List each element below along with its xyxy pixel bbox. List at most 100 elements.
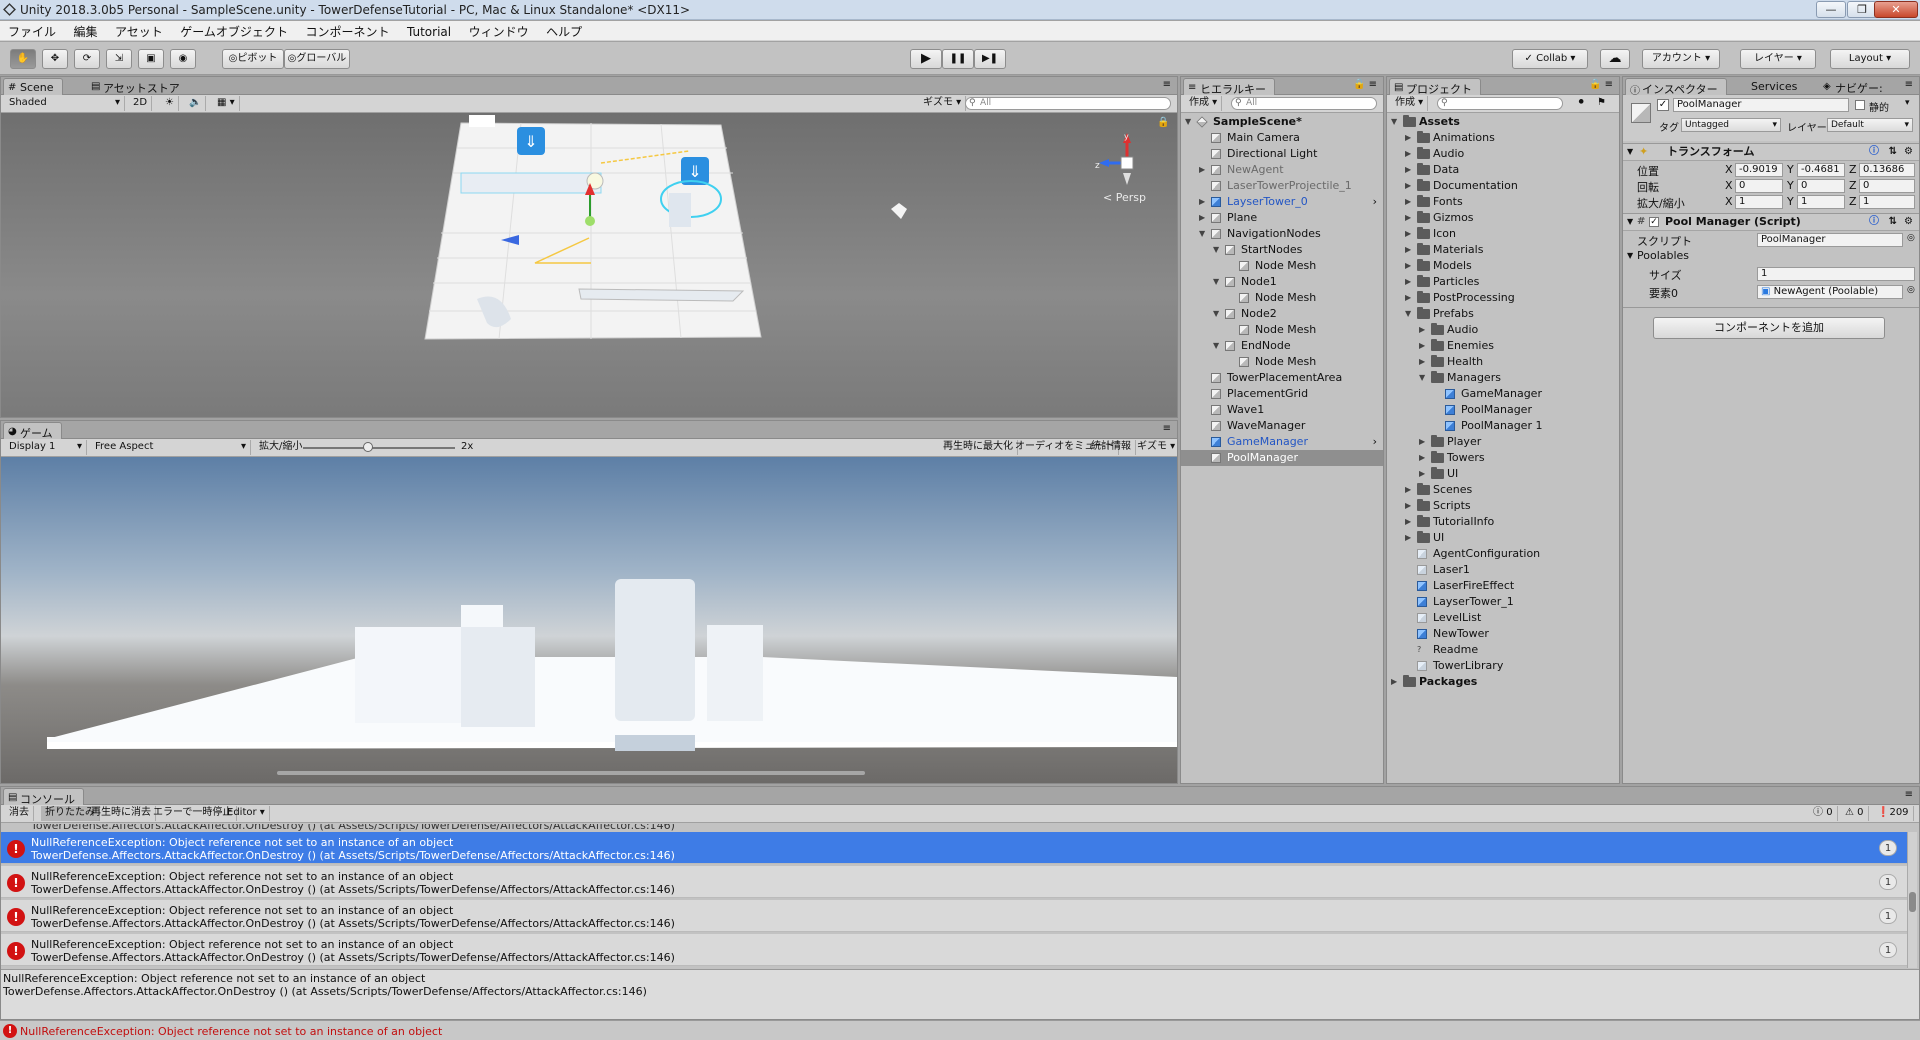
foldout-arrow-icon[interactable]: ▶ — [1419, 354, 1425, 370]
project-item-audio[interactable]: ▶ Audio — [1387, 146, 1619, 162]
audio-toggle[interactable]: 🔈 — [185, 96, 207, 111]
foldout-arrow-icon[interactable]: ▶ — [1405, 258, 1411, 274]
preset-icon[interactable]: ⇅ — [1889, 214, 1897, 230]
foldout-arrow-icon[interactable]: ▶ — [1419, 322, 1425, 338]
project-item-player[interactable]: ▶ Player — [1387, 434, 1619, 450]
tab-asset-store[interactable]: ▤ アセットストア — [87, 78, 188, 95]
filter-label-icon[interactable]: ⚑ — [1593, 96, 1610, 111]
scale-slider-track[interactable] — [303, 447, 455, 449]
scale-slider-thumb[interactable] — [363, 442, 373, 452]
collab-dropdown[interactable]: ✓ Collab ▾ — [1512, 49, 1588, 69]
project-item-enemies[interactable]: ▶ Enemies — [1387, 338, 1619, 354]
project-item-laserfireeffect[interactable]: LaserFireEffect — [1387, 578, 1619, 594]
project-item-health[interactable]: ▶ Health — [1387, 354, 1619, 370]
tab-hierarchy[interactable]: ≡ ヒエラルキー — [1183, 78, 1275, 96]
project-item-gizmos[interactable]: ▶ Gizmos — [1387, 210, 1619, 226]
orientation-gizmo[interactable]: zy — [1095, 132, 1155, 193]
hierarchy-item-node-mesh[interactable]: Node Mesh — [1181, 258, 1383, 274]
hierarchy-search-input[interactable]: All — [1231, 97, 1377, 110]
project-item-poolmanager-1[interactable]: PoolManager 1 — [1387, 418, 1619, 434]
foldout-arrow-icon[interactable]: ▶ — [1405, 514, 1411, 530]
project-item-newtower[interactable]: NewTower — [1387, 626, 1619, 642]
project-item-ui[interactable]: ▶ UI — [1387, 466, 1619, 482]
foldout-arrow-icon[interactable]: ▶ — [1405, 482, 1411, 498]
rotation-x-field[interactable]: 0 — [1735, 179, 1783, 193]
foldout-arrow-icon[interactable]: ▶ — [1419, 338, 1425, 354]
layout-dropdown[interactable]: Layout ▾ — [1830, 49, 1910, 69]
position-y-field[interactable]: -0.4681 — [1797, 163, 1845, 177]
aspect-dropdown[interactable]: Free Aspect ▾ — [91, 440, 251, 455]
scale-tool-button[interactable]: ⇲ — [106, 49, 132, 69]
console-clear-button[interactable]: 消去 — [5, 806, 34, 821]
poolables-label[interactable]: Poolables — [1637, 249, 1689, 262]
layers-dropdown[interactable]: レイヤー ▾ — [1740, 49, 1816, 69]
foldout-arrow-icon[interactable]: ▼ — [1627, 214, 1633, 230]
active-checkbox[interactable]: ✓ — [1657, 99, 1669, 111]
maximize-button[interactable]: ❐ — [1847, 1, 1877, 18]
project-item-gamemanager[interactable]: GameManager — [1387, 386, 1619, 402]
position-x-field[interactable]: -0.9019 — [1735, 163, 1783, 177]
menu-edit[interactable]: 編集 — [66, 21, 104, 40]
project-item-ui[interactable]: ▶ UI — [1387, 530, 1619, 546]
tab-inspector[interactable]: ⓘ インスペクター — [1625, 78, 1727, 97]
project-item-particles[interactable]: ▶ Particles — [1387, 274, 1619, 290]
project-item-towerlibrary[interactable]: TowerLibrary — [1387, 658, 1619, 674]
project-item-levellist[interactable]: LevelList — [1387, 610, 1619, 626]
foldout-arrow-icon[interactable]: ▶ — [1405, 146, 1411, 162]
tab-services[interactable]: Services — [1735, 78, 1805, 95]
tag-dropdown[interactable]: Untagged ▾ — [1681, 118, 1781, 132]
pause-button[interactable]: ❚❚ — [942, 49, 974, 69]
console-log-row[interactable]: ! NullReferenceException: Object referenc… — [1, 866, 1911, 898]
transform-tool-button[interactable]: ◉ — [170, 49, 196, 69]
chevron-right-icon[interactable]: › — [1373, 434, 1377, 450]
scale-x-field[interactable]: 1 — [1735, 195, 1783, 209]
foldout-arrow-icon[interactable]: ▼ — [1419, 370, 1425, 386]
project-item-documentation[interactable]: ▶ Documentation — [1387, 178, 1619, 194]
hierarchy-item-endnode[interactable]: ▼ EndNode — [1181, 338, 1383, 354]
foldout-arrow-icon[interactable]: ▶ — [1419, 434, 1425, 450]
object-name-field[interactable]: PoolManager — [1673, 98, 1849, 112]
hierarchy-item-node-mesh[interactable]: Node Mesh — [1181, 354, 1383, 370]
hierarchy-item-wavemanager[interactable]: WaveManager — [1181, 418, 1383, 434]
hierarchy-item-node2[interactable]: ▼ Node2 — [1181, 306, 1383, 322]
project-item-poolmanager[interactable]: PoolManager — [1387, 402, 1619, 418]
clear-on-play-toggle[interactable]: 再生時に消去 — [87, 806, 156, 821]
hierarchy-item-laysertower-0[interactable]: ▶ LayserTower_0 › — [1181, 194, 1383, 210]
foldout-arrow-icon[interactable]: ▶ — [1391, 674, 1397, 690]
panel-menu-icon[interactable]: ≡ — [1905, 789, 1913, 800]
tab-game[interactable]: ◕ ゲーム — [3, 422, 62, 440]
static-dropdown-icon[interactable]: ▾ — [1905, 98, 1910, 108]
foldout-arrow-icon[interactable]: ▶ — [1405, 194, 1411, 210]
hand-tool-button[interactable]: ✋ — [10, 49, 36, 69]
scale-z-field[interactable]: 1 — [1859, 195, 1915, 209]
pivot-toggle[interactable]: ◎ピボット — [222, 49, 284, 69]
script-header[interactable]: ▼ # ✓ Pool Manager (Script) ⓘ ⇅ ⚙ — [1623, 213, 1919, 231]
tab-project[interactable]: ▤ プロジェクト — [1389, 78, 1481, 96]
preset-icon[interactable]: ⇅ — [1889, 144, 1897, 160]
script-field[interactable]: PoolManager — [1757, 233, 1903, 247]
project-item-assets[interactable]: ▼ Assets — [1387, 114, 1619, 130]
hierarchy-item-node-mesh[interactable]: Node Mesh — [1181, 322, 1383, 338]
help-icon[interactable]: ⓘ — [1869, 144, 1879, 160]
hierarchy-item-newagent[interactable]: ▶ NewAgent — [1181, 162, 1383, 178]
move-tool-button[interactable]: ✥ — [42, 49, 68, 69]
foldout-arrow-icon[interactable]: ▼ — [1213, 306, 1219, 322]
step-button[interactable]: ▶❚ — [974, 49, 1006, 69]
hierarchy-create-dropdown[interactable]: 作成 ▾ — [1185, 96, 1223, 111]
hierarchy-item-plane[interactable]: ▶ Plane — [1181, 210, 1383, 226]
add-component-button[interactable]: コンポーネントを追加 — [1653, 317, 1885, 339]
hierarchy-item-lasertowerprojectile-1[interactable]: LaserTowerProjectile_1 — [1181, 178, 1383, 194]
panel-menu-icon[interactable]: 🔒 ≡ — [1589, 79, 1613, 90]
foldout-arrow-icon[interactable]: ▶ — [1419, 450, 1425, 466]
project-item-towers[interactable]: ▶ Towers — [1387, 450, 1619, 466]
lighting-toggle[interactable]: ☀ — [161, 96, 179, 111]
hierarchy-item-navigationnodes[interactable]: ▼ NavigationNodes — [1181, 226, 1383, 242]
scale-y-field[interactable]: 1 — [1797, 195, 1845, 209]
warning-count-toggle[interactable]: ⚠ 0 — [1841, 806, 1869, 821]
project-search-input[interactable] — [1437, 97, 1563, 110]
hierarchy-item-node1[interactable]: ▼ Node1 — [1181, 274, 1383, 290]
menu-file[interactable]: ファイル — [0, 21, 62, 40]
rotate-tool-button[interactable]: ⟳ — [74, 49, 100, 69]
editor-dropdown[interactable]: Editor ▾ — [223, 806, 270, 821]
project-item-materials[interactable]: ▶ Materials — [1387, 242, 1619, 258]
